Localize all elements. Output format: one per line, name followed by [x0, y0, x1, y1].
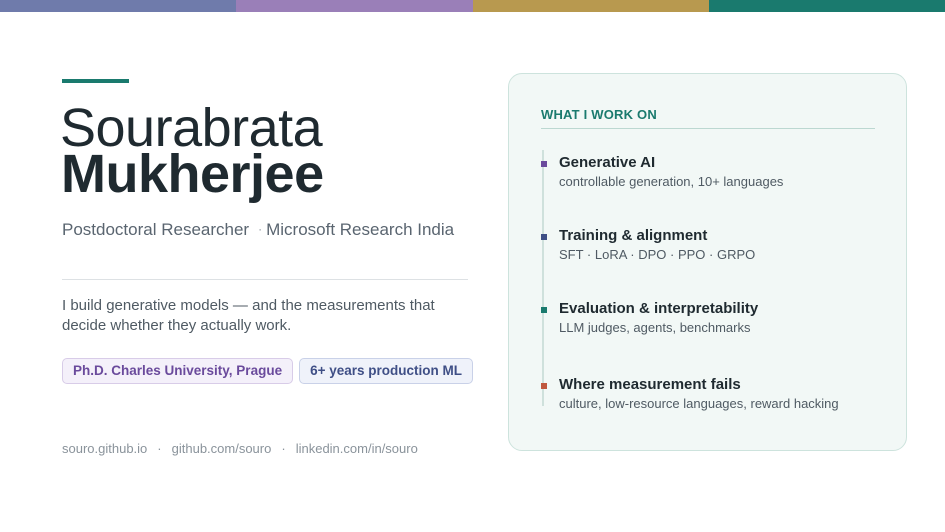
work-card-title: WHAT I WORK ON	[541, 107, 657, 122]
work-item: Evaluation & interpretability LLM judges…	[541, 299, 759, 336]
experience-badge: 6+ years production ML	[299, 358, 473, 384]
badge-list: Ph.D. Charles University, Prague 6+ year…	[62, 358, 473, 384]
work-item-desc: controllable generation, 10+ languages	[559, 174, 784, 189]
last-name: Mukherjee	[61, 144, 324, 204]
work-card-rule	[541, 128, 875, 129]
square-marker-icon	[541, 383, 547, 389]
work-card: WHAT I WORK ON Generative AI controllabl…	[508, 73, 907, 451]
timeline-line	[542, 150, 544, 406]
footer-separator: ·	[157, 441, 162, 456]
work-item-desc: SFT · LoRA · DPO · PPO · GRPO	[559, 247, 756, 262]
phd-badge: Ph.D. Charles University, Prague	[62, 358, 294, 384]
color-bar-segment-1	[0, 0, 237, 12]
work-item-desc: LLM judges, agents, benchmarks	[559, 320, 751, 335]
work-item: Generative AI controllable generation, 1…	[541, 153, 784, 190]
footer-links: souro.github.io · github.com/souro · linkedi…	[62, 441, 418, 457]
work-item: Where measurement fails culture, low-res…	[541, 375, 839, 412]
work-item-desc: culture, low-resource languages, reward …	[559, 396, 839, 411]
organization: Microsoft Research India	[266, 220, 455, 239]
work-item-title: Generative AI	[559, 154, 656, 171]
pitch-text: I build generative models — and the meas…	[62, 297, 435, 334]
linkedin-link[interactable]: linkedin.com/in/souro	[296, 441, 418, 456]
section-divider	[62, 279, 468, 280]
square-marker-icon	[541, 234, 547, 240]
website-link[interactable]: souro.github.io	[62, 441, 147, 456]
work-item-title: Training & alignment	[559, 227, 708, 244]
work-item: Training & alignment SFT · LoRA · DPO · …	[541, 226, 756, 263]
accent-line	[62, 79, 129, 83]
role-separator: ·	[258, 222, 263, 236]
role-line: Postdoctoral Researcher · Microsoft Resear…	[62, 219, 454, 240]
color-bar-segment-4	[708, 0, 945, 12]
github-link[interactable]: github.com/souro	[172, 441, 272, 456]
top-color-bar	[0, 0, 945, 12]
square-marker-icon	[541, 307, 547, 313]
job-title: Postdoctoral Researcher	[62, 220, 250, 239]
square-marker-icon	[541, 161, 547, 167]
work-item-title: Where measurement fails	[559, 376, 741, 393]
work-item-title: Evaluation & interpretability	[559, 300, 759, 317]
footer-separator: ·	[281, 441, 286, 456]
color-bar-segment-3	[472, 0, 709, 12]
color-bar-segment-2	[236, 0, 473, 12]
